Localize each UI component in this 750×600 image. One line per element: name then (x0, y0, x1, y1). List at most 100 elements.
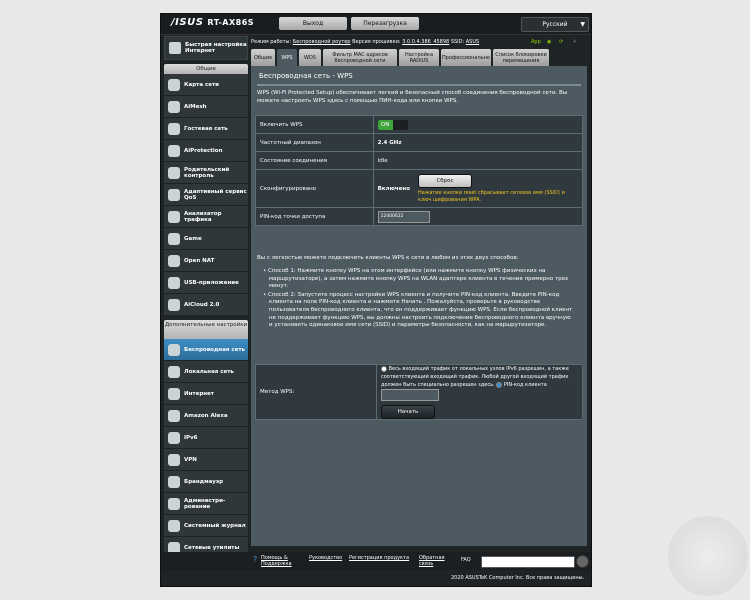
faq-search-input[interactable] (481, 556, 575, 568)
nav-icon (168, 100, 180, 113)
sidebar-item-advanced-8[interactable]: Системный журнал (164, 515, 248, 537)
tab-bar: Общие WPS WDS Фильтр MAC адресов беспроводн… (251, 49, 587, 66)
sidebar-item-label: Локальная сеть (184, 368, 234, 375)
sidebar-item-advanced-1[interactable]: Локальная сеть (164, 361, 248, 383)
sidebar-item-general-10[interactable]: AiCloud 2.0 (164, 294, 248, 316)
nav-icon (168, 387, 180, 400)
band-value: 2.4 GHz (377, 139, 402, 146)
nav-icon (168, 365, 180, 378)
help-icon: ? (253, 555, 258, 564)
sidebar-item-general-8[interactable]: Open NAT (164, 250, 248, 272)
method-list: • Способ 1: Нажмите кнопку WPS на этом и… (263, 268, 575, 331)
sidebar-item-label: Интернет (184, 390, 214, 397)
reset-note: Нажатие кнопки reset сбрасывает сетевое … (418, 189, 565, 203)
sidebar-item-advanced-5[interactable]: VPN (164, 449, 248, 471)
sidebar-item-general-1[interactable]: AiMesh (164, 96, 248, 118)
nav-icon (168, 122, 180, 135)
sidebar-item-general-7[interactable]: Game (164, 228, 248, 250)
sidebar-item-general-6[interactable]: Анализатор трафика (164, 206, 248, 228)
sidebar-item-label: AiCloud 2.0 (184, 301, 220, 308)
app-icon[interactable]: App (531, 36, 541, 48)
help-support-link[interactable]: Помощь & Поддержка (261, 555, 301, 567)
sidebar-item-general-0[interactable]: Карта сети (164, 74, 248, 96)
sidebar-item-label: VPN (184, 456, 197, 463)
sidebar-item-advanced-4[interactable]: IPv6 (164, 427, 248, 449)
configured-value: Включено (377, 185, 410, 192)
wifi-status-icon: ◉ (547, 39, 552, 45)
method-radio-client-pin[interactable] (496, 381, 503, 388)
sidebar-item-label: Системный журнал (184, 522, 246, 529)
wps-toggle[interactable]: ON (377, 119, 408, 130)
status-line: Режим работы: Беспроводной роутер Версия… (251, 36, 587, 48)
nav-icon (168, 144, 180, 157)
connection-status: Idle (372, 151, 584, 170)
quick-setup-link[interactable]: Быстрая настройка Интернет (164, 36, 248, 60)
nav-icon (168, 232, 180, 245)
sidebar-item-advanced-0[interactable]: Беспроводная сеть (164, 339, 248, 361)
tab-2[interactable]: WDS (299, 49, 321, 66)
start-button[interactable]: Начать (381, 405, 435, 419)
sidebar-item-advanced-3[interactable]: Amazon Alexa (164, 405, 248, 427)
tab-3[interactable]: Фильтр MAC адресов беспроводной сети (323, 49, 397, 66)
nav-icon (168, 475, 180, 488)
tab-6[interactable]: Список блокировки перемещения (493, 49, 549, 66)
sidebar-item-label: Администри-рование (184, 497, 226, 510)
intro-text: Вы с легкостью можете подключить клиенты… (257, 255, 519, 261)
network-status-icon: ⟳ (559, 39, 564, 45)
sidebar-item-general-9[interactable]: USB-приложение (164, 272, 248, 294)
asus-logo: /ISUS RT-AX86S (171, 17, 255, 28)
tab-0[interactable]: Общие (251, 49, 275, 66)
nav-icon (168, 431, 180, 444)
reboot-button[interactable]: Перезагрузка (351, 17, 419, 30)
copyright-text: 2020 ASUSTeK Computer Inc. Все права защ… (451, 575, 585, 581)
search-icon[interactable] (576, 555, 589, 568)
model-name: RT-AX86S (207, 18, 255, 27)
sidebar-item-label: Адаптивный сервис QoS (184, 188, 247, 201)
sidebar-item-label: Гостевая сеть (184, 125, 228, 132)
sidebar-item-advanced-7[interactable]: Администри-рование (164, 493, 248, 515)
page-description: WPS (Wi-Fi Protected Setup) обеспечивает… (257, 90, 568, 104)
nav-icon (168, 519, 180, 532)
sidebar-item-general-5[interactable]: Адаптивный сервис QoS (164, 184, 248, 206)
sidebar: Быстрая настройка Интернет Общие Карта с… (164, 36, 248, 559)
feedback-link[interactable]: Обратная связь (419, 555, 459, 567)
wps-settings-table: Включить WPS ON Частотный диапазон 2.4 GHz… (255, 115, 584, 226)
top-bar: /ISUS RT-AX86S Выход Перезагрузка Русский… (161, 14, 591, 35)
sidebar-item-general-4[interactable]: Родительский контроль (164, 162, 248, 184)
client-pin-input[interactable] (381, 389, 439, 401)
sidebar-item-label: Беспроводная сеть (184, 346, 246, 353)
nav-icon (168, 188, 180, 201)
reset-button[interactable]: Сброс (418, 173, 472, 188)
sidebar-item-label: Сетевые утилиты (184, 544, 240, 551)
main-content: Режим работы: Беспроводной роутер Версия… (251, 36, 587, 546)
mode-link[interactable]: Беспроводной роутер (293, 39, 351, 45)
chevron-down-icon: ▼ (580, 21, 585, 28)
nav-icon (168, 78, 180, 91)
nav-icon (168, 409, 180, 422)
nav-icon (168, 166, 180, 179)
nav-icon (168, 298, 180, 311)
title-divider (257, 84, 581, 86)
tab-4[interactable]: Настройка RADIUS (399, 49, 439, 66)
router-admin-window: /ISUS RT-AX86S Выход Перезагрузка Русский… (160, 13, 592, 587)
sidebar-item-label: Родительский контроль (184, 166, 230, 179)
manual-link[interactable]: Руководство (309, 555, 342, 561)
firmware-link[interactable]: 3.0.0.4.386_45898 (402, 39, 449, 45)
ap-pin-field[interactable]: 12400622 (377, 210, 430, 223)
ssid-link[interactable]: ASUS (466, 39, 479, 45)
language-select[interactable]: Русский ▼ (521, 17, 589, 32)
sidebar-item-label: Анализатор трафика (184, 210, 222, 223)
sidebar-item-advanced-6[interactable]: Брандмауэр (164, 471, 248, 493)
nav-icon (168, 343, 180, 356)
tab-1[interactable]: WPS (277, 49, 297, 66)
method-radio-pushbutton[interactable] (381, 365, 387, 372)
register-link[interactable]: Регистрация продукта (349, 555, 409, 561)
sidebar-item-general-3[interactable]: AiProtection (164, 140, 248, 162)
sidebar-item-label: Game (184, 235, 202, 242)
sidebar-item-general-2[interactable]: Гостевая сеть (164, 118, 248, 140)
general-section-header: Общие (164, 64, 248, 74)
sidebar-item-label: Брандмауэр (184, 478, 224, 485)
logout-button[interactable]: Выход (279, 17, 347, 30)
tab-5[interactable]: Профессионально (441, 49, 491, 66)
sidebar-item-advanced-2[interactable]: Интернет (164, 383, 248, 405)
